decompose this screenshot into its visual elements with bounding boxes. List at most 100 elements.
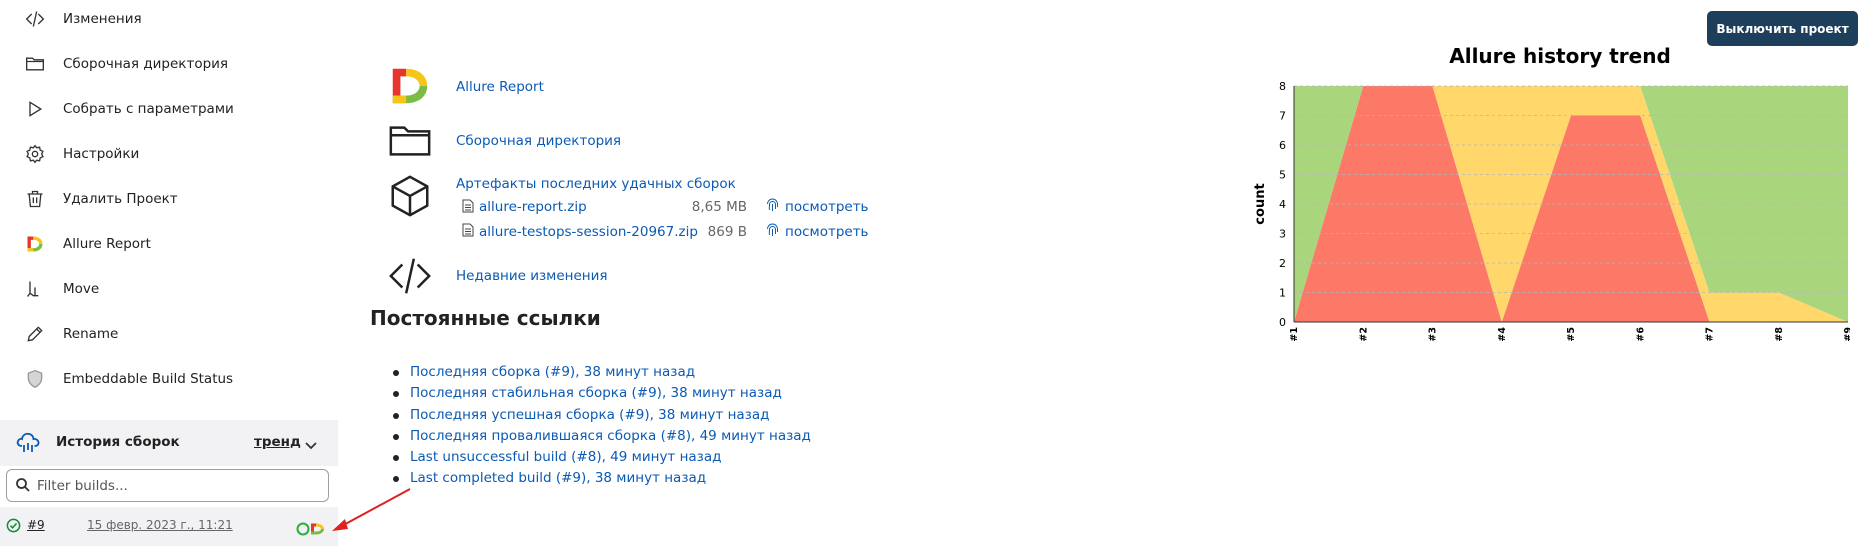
permalink[interactable]: Последняя сборка (#9), 38 минут назад (410, 364, 695, 380)
sidebar-item-build-with-parameters[interactable]: Собрать с параметрами (24, 94, 234, 124)
sidebar-item-label: Сборочная директория (63, 56, 229, 72)
list-item: Last unsuccessful build (#8), 49 минут н… (392, 447, 811, 468)
sidebar-item-label: Allure Report (63, 236, 151, 252)
y-tick-label: 4 (1279, 198, 1286, 211)
file-icon (462, 198, 474, 217)
list-item: Последняя успешная сборка (#9), 38 минут… (392, 405, 811, 426)
list-item: Последняя провалившаяся сборка (#8), 49 … (392, 426, 811, 447)
sidebar-item-rename[interactable]: Rename (24, 319, 118, 349)
allure-logo-icon (24, 233, 46, 255)
search-icon (15, 477, 31, 497)
file-icon (462, 222, 474, 241)
x-tick-label: #7 (1705, 327, 1716, 342)
disable-project-button[interactable]: Выключить проект (1707, 11, 1858, 46)
sidebar-item-label: Настройки (63, 146, 140, 162)
permalink[interactable]: Последняя успешная сборка (#9), 38 минут… (410, 407, 769, 423)
list-item: Last completed build (#9), 38 минут наза… (392, 468, 811, 489)
permalinks-heading: Постоянные ссылки (370, 306, 601, 330)
build-history-header: История сборок тренд (0, 420, 338, 466)
permalink[interactable]: Last unsuccessful build (#8), 49 минут н… (410, 449, 721, 465)
sidebar-item-label: Изменения (63, 11, 142, 27)
folder-icon (386, 117, 434, 165)
sidebar-item-label: Удалить Проект (63, 191, 178, 207)
chart-title: Allure history trend (1449, 44, 1671, 68)
y-tick-label: 1 (1279, 287, 1286, 300)
trend-link[interactable]: тренд (254, 434, 301, 450)
sidebar: Изменения Сборочная директория Собрать с… (0, 0, 338, 546)
annotation-arrow (332, 488, 411, 531)
sidebar-item-delete-project[interactable]: Удалить Проект (24, 184, 178, 214)
y-tick-label: 7 (1279, 110, 1286, 123)
permalink[interactable]: Last completed build (#9), 38 минут наза… (410, 470, 706, 486)
cloud-rain-icon (15, 431, 41, 459)
build-date-link[interactable]: 15 февр. 2023 г., 11:21 (87, 518, 233, 532)
gear-icon (24, 143, 46, 165)
artifact-size: 869 B (707, 224, 747, 240)
sidebar-item-embeddable-build-status[interactable]: Embeddable Build Status (24, 364, 233, 394)
sidebar-item-changes[interactable]: Изменения (24, 4, 142, 34)
artifact-size: 8,65 MB (691, 199, 747, 215)
allure-trend-chart[interactable]: 0 1 2 3 4 5 6 7 8 #1 #2 #3 #4 #5 #6 #7 #8 #9 count (1250, 70, 1850, 360)
sidebar-item-settings[interactable]: Настройки (24, 139, 139, 169)
list-item: Последняя стабильная сборка (#9), 38 мин… (392, 383, 811, 404)
filter-builds-field[interactable] (6, 469, 329, 502)
y-tick-label: 3 (1279, 228, 1286, 241)
folder-icon (24, 53, 46, 75)
y-tick-label: 0 (1279, 316, 1286, 329)
pencil-icon (24, 323, 46, 345)
artifact-link[interactable]: allure-report.zip (479, 199, 587, 215)
x-tick-label: #1 (1289, 327, 1300, 342)
x-tick-label: #5 (1566, 327, 1577, 342)
fingerprint-icon (766, 222, 779, 241)
main-item-workspace[interactable] (386, 117, 434, 165)
sidebar-item-workspace[interactable]: Сборочная директория (24, 49, 228, 79)
allure-report-link[interactable]: Allure Report (456, 79, 544, 95)
y-tick-label: 6 (1279, 139, 1286, 152)
build-badges[interactable] (296, 521, 326, 540)
x-tick-label: #3 (1428, 327, 1439, 342)
artifact-view-link[interactable]: посмотреть (785, 224, 869, 240)
sidebar-item-label: Собрать с параметрами (63, 101, 234, 117)
build-history-title: История сборок (56, 434, 180, 450)
y-tick-label: 5 (1279, 169, 1286, 182)
x-tick-label: #6 (1635, 327, 1646, 342)
list-item: Последняя сборка (#9), 38 минут назад (392, 362, 811, 383)
sidebar-item-allure-report[interactable]: Allure Report (24, 229, 151, 259)
main-item-allure-report[interactable] (386, 62, 434, 110)
x-tick-label: #9 (1843, 327, 1850, 342)
main-item-artifacts (386, 172, 434, 220)
chevron-down-icon[interactable] (304, 436, 318, 455)
artifacts-link[interactable]: Артефакты последних удачных сборок (456, 176, 736, 192)
y-tick-label: 8 (1279, 80, 1286, 93)
recent-changes-link[interactable]: Недавние изменения (456, 268, 608, 284)
package-icon (386, 172, 434, 220)
sidebar-item-label: Rename (63, 326, 119, 342)
build-number-link[interactable]: #9 (27, 518, 45, 532)
sidebar-item-label: Embeddable Build Status (63, 371, 234, 387)
sidebar-item-move[interactable]: Move (24, 274, 99, 304)
move-icon (24, 278, 46, 300)
code-icon (386, 252, 434, 300)
allure-logo-icon (386, 62, 434, 110)
permalink[interactable]: Последняя стабильная сборка (#9), 38 мин… (410, 385, 782, 401)
artifact-link[interactable]: allure-testops-session-20967.zip (479, 224, 698, 240)
permalink[interactable]: Последняя провалившаяся сборка (#8), 49 … (410, 428, 811, 444)
permalinks-list: Последняя сборка (#9), 38 минут назад По… (392, 362, 811, 490)
trash-icon (24, 188, 46, 210)
x-tick-label: #4 (1497, 327, 1508, 342)
y-tick-label: 2 (1279, 257, 1286, 270)
filter-builds-input[interactable] (35, 475, 319, 497)
code-icon (24, 8, 46, 30)
workspace-link[interactable]: Сборочная директория (456, 133, 621, 149)
play-icon (24, 98, 46, 120)
artifact-view-link[interactable]: посмотреть (785, 199, 869, 215)
x-tick-label: #8 (1774, 327, 1785, 342)
shield-icon (24, 368, 46, 390)
success-check-icon (6, 518, 21, 537)
build-row[interactable]: #9 15 февр. 2023 г., 11:21 (0, 507, 338, 546)
sidebar-item-label: Move (63, 281, 100, 297)
x-tick-label: #2 (1358, 327, 1369, 342)
fingerprint-icon (766, 197, 779, 216)
y-axis-label: count (1253, 183, 1268, 224)
main-item-recent-changes[interactable] (386, 252, 434, 300)
